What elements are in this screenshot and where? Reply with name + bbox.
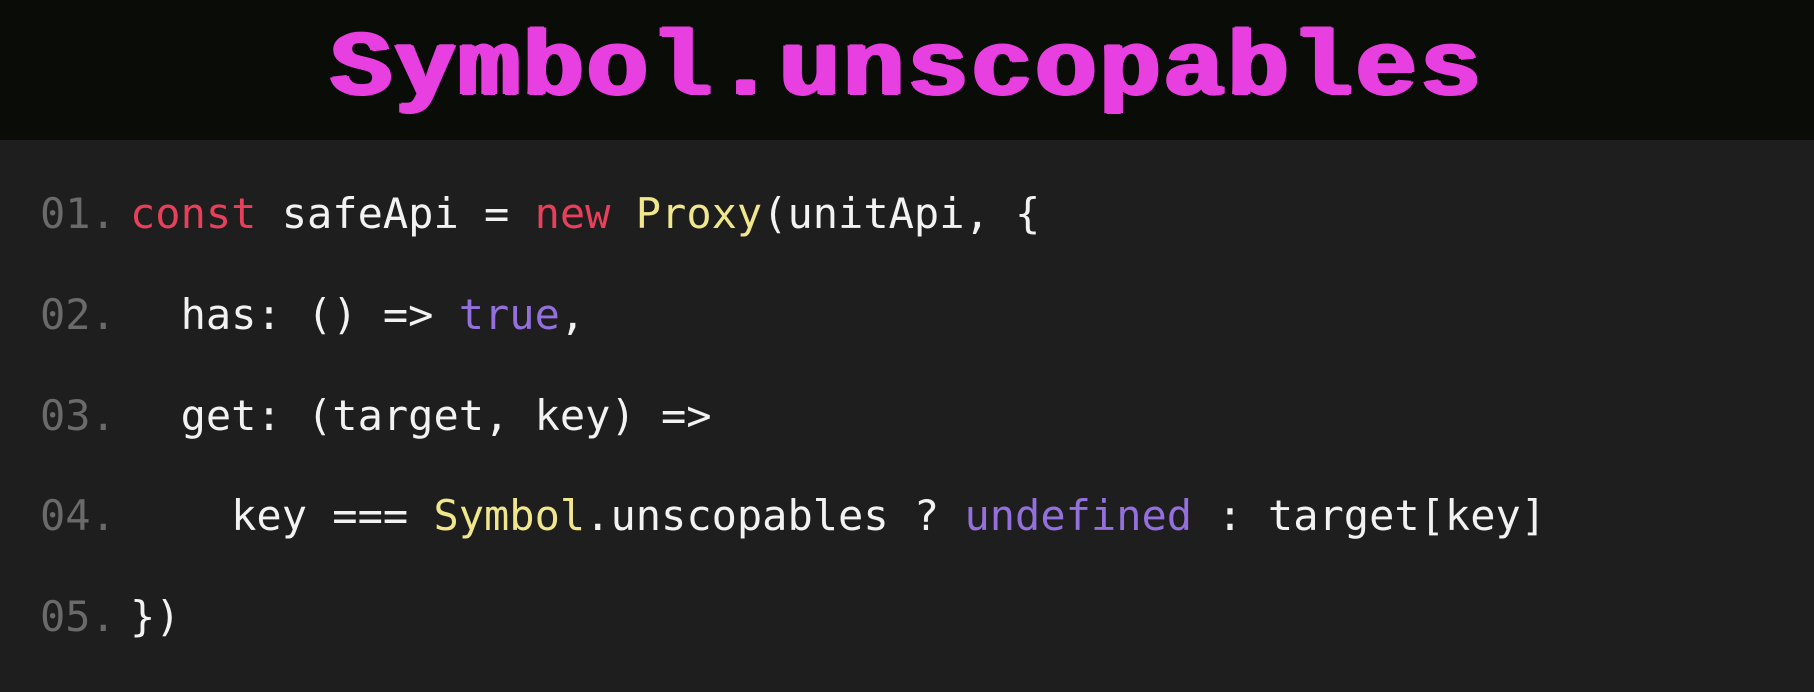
code-text: }) <box>130 567 181 668</box>
code-token: = <box>484 189 535 238</box>
code-line: 02. has: () => true, <box>40 265 1774 366</box>
code-token: const <box>130 189 256 238</box>
code-token: undefined <box>964 491 1192 540</box>
code-line: 04. key === Symbol.unscopables ? undefin… <box>40 466 1774 567</box>
code-token: () => <box>307 290 459 339</box>
line-number: 05. <box>40 567 130 668</box>
code-token: .unscopables <box>585 491 914 540</box>
code-token: }) <box>130 592 181 641</box>
slide-title: Symbol.unscopables <box>330 24 1483 116</box>
code-block: 01.const safeApi = new Proxy(unitApi, {0… <box>0 140 1814 692</box>
code-token: true <box>459 290 560 339</box>
code-token: has: <box>130 290 307 339</box>
slide: Symbol.unscopables 01.const safeApi = ne… <box>0 0 1814 692</box>
line-number: 04. <box>40 466 130 567</box>
code-text: const safeApi = new Proxy(unitApi, { <box>130 164 1040 265</box>
code-line: 01.const safeApi = new Proxy(unitApi, { <box>40 164 1774 265</box>
code-token: Proxy <box>636 189 762 238</box>
code-token: (unitApi, { <box>762 189 1040 238</box>
code-text: get: (target, key) => <box>130 366 712 467</box>
code-token: , <box>560 290 585 339</box>
code-token: key <box>130 491 332 540</box>
line-number: 03. <box>40 366 130 467</box>
code-token: safeApi <box>256 189 484 238</box>
code-token: (target, key) => <box>307 391 712 440</box>
code-token: new <box>535 189 611 238</box>
code-token: : target[key] <box>1192 491 1546 540</box>
code-token <box>610 189 635 238</box>
code-line: 03. get: (target, key) => <box>40 366 1774 467</box>
line-number: 01. <box>40 164 130 265</box>
code-text: has: () => true, <box>130 265 585 366</box>
code-text: key === Symbol.unscopables ? undefined :… <box>130 466 1546 567</box>
code-token: Symbol <box>433 491 585 540</box>
title-bar: Symbol.unscopables <box>0 0 1814 140</box>
code-token: ? <box>914 491 965 540</box>
code-line: 05.}) <box>40 567 1774 668</box>
code-token: === <box>332 491 433 540</box>
code-token: get: <box>130 391 307 440</box>
line-number: 02. <box>40 265 130 366</box>
